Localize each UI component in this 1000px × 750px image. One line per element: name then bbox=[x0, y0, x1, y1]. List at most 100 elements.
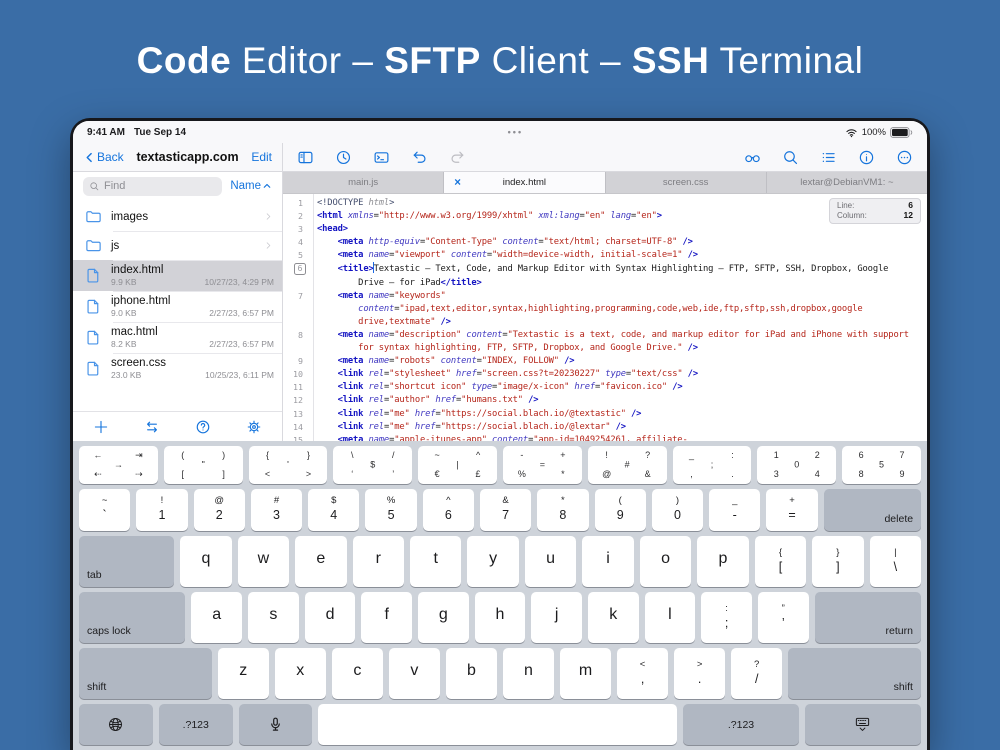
more-button[interactable] bbox=[896, 149, 913, 166]
key-a[interactable]: a bbox=[191, 592, 243, 643]
key-[[interactable]: {[ bbox=[754, 536, 807, 587]
key-t[interactable]: t bbox=[409, 536, 462, 587]
terminal-button[interactable] bbox=[373, 149, 390, 166]
key-o[interactable]: o bbox=[639, 536, 692, 587]
key-x[interactable]: x bbox=[274, 648, 326, 699]
key-8[interactable]: * 8 bbox=[537, 489, 589, 531]
key-3[interactable]: #3 bbox=[250, 489, 303, 531]
math-key[interactable]: - + =% * bbox=[502, 446, 582, 484]
file-row-js[interactable]: js bbox=[73, 231, 282, 260]
key-b[interactable]: b bbox=[445, 648, 497, 699]
slash-dollar-key[interactable]: \ / $ ‘’ bbox=[333, 446, 413, 484]
tab-index.html[interactable]: × index.html bbox=[444, 172, 606, 193]
file-row-index.html[interactable]: index.html 9.9 KB 10/27/23, 4:29 PM bbox=[73, 260, 282, 291]
file-row-screen.css[interactable]: screen.css 23.0 KB 10/25/23, 6:11 PM bbox=[73, 353, 282, 384]
key-q[interactable]: q bbox=[180, 536, 232, 587]
key-n[interactable]: n bbox=[502, 648, 555, 699]
code-editor[interactable]: 1 <!DOCTYPE html> 2 <html xmlns="http://www… bbox=[283, 194, 927, 441]
key-9[interactable]: (9 bbox=[594, 489, 646, 531]
key-p[interactable]: p bbox=[697, 536, 749, 587]
close-tab-icon[interactable]: × bbox=[454, 177, 461, 189]
settings-button[interactable] bbox=[246, 419, 262, 435]
sort-button[interactable]: Name bbox=[230, 180, 272, 192]
punctuation-key-2[interactable]: _:;,. bbox=[672, 446, 752, 484]
tab-lextar@DebianVM1: ~[interactable]: lextar@DebianVM1: ~ bbox=[767, 172, 927, 193]
space-key[interactable] bbox=[318, 704, 677, 745]
key-,[interactable]: <, bbox=[617, 648, 669, 699]
redo-button[interactable] bbox=[449, 149, 466, 166]
return-key[interactable]: return bbox=[814, 592, 921, 643]
digits-key-1[interactable]: 12034 bbox=[757, 446, 837, 484]
key-y[interactable]: y bbox=[467, 536, 519, 587]
edit-button[interactable]: Edit bbox=[251, 150, 272, 164]
key-6[interactable]: ^ 6 bbox=[422, 489, 474, 531]
tab-screen.css[interactable]: screen.css bbox=[606, 172, 767, 193]
help-button[interactable] bbox=[195, 419, 211, 435]
key-=[interactable]: + = bbox=[766, 489, 818, 531]
delete-key[interactable]: delete bbox=[823, 489, 922, 531]
key-w[interactable]: w bbox=[237, 536, 290, 587]
shift-right-key[interactable]: shift bbox=[788, 648, 921, 699]
file-transfer-button[interactable] bbox=[144, 419, 160, 435]
tilde-currency-key[interactable]: ~ ^ | € £ bbox=[418, 446, 497, 484]
key-4[interactable]: $4 bbox=[308, 489, 360, 531]
key--[interactable]: _ - bbox=[709, 489, 761, 531]
key-s[interactable]: s bbox=[248, 592, 299, 643]
dictation-key[interactable] bbox=[238, 704, 313, 745]
file-row-iphone.html[interactable]: iphone.html 9.0 KB 2/27/23, 6:57 PM bbox=[73, 291, 282, 322]
key-e[interactable]: e bbox=[295, 536, 347, 587]
tab-key[interactable]: tab bbox=[79, 536, 175, 587]
key-.[interactable]: >. bbox=[674, 648, 726, 699]
key-5[interactable]: % 5 bbox=[365, 489, 417, 531]
toggle-sidebar-button[interactable] bbox=[297, 149, 314, 166]
symbol-list-button[interactable] bbox=[820, 149, 837, 166]
key-’[interactable]: ”’ bbox=[757, 592, 809, 643]
key-j[interactable]: j bbox=[531, 592, 582, 643]
file-info-button[interactable] bbox=[858, 149, 875, 166]
braces-angle-key[interactable]: {} ' < > bbox=[248, 446, 328, 484]
file-row-images[interactable]: images bbox=[73, 202, 282, 231]
key-z[interactable]: z bbox=[217, 648, 269, 699]
punctuation-key-1[interactable]: !? # @ & bbox=[587, 446, 667, 484]
key-u[interactable]: u bbox=[524, 536, 577, 587]
key-0[interactable]: ) 0 bbox=[651, 489, 704, 531]
key-;[interactable]: :; bbox=[701, 592, 752, 643]
undo-button[interactable] bbox=[411, 149, 428, 166]
find-field[interactable]: Find bbox=[83, 176, 223, 196]
key-i[interactable]: i bbox=[582, 536, 634, 587]
key-c[interactable]: c bbox=[331, 648, 383, 699]
key-r[interactable]: r bbox=[352, 536, 404, 587]
key-g[interactable]: g bbox=[418, 592, 469, 643]
preview-button[interactable] bbox=[744, 149, 761, 166]
key-][interactable]: }] bbox=[812, 536, 864, 587]
key-v[interactable]: v bbox=[388, 648, 440, 699]
key-h[interactable]: h bbox=[474, 592, 526, 643]
code-line: 7 <meta name="keywords" bbox=[283, 290, 927, 303]
caps-lock-key[interactable]: caps lock bbox=[79, 592, 186, 643]
key-7[interactable]: & 7 bbox=[479, 489, 532, 531]
add-file-button[interactable] bbox=[93, 419, 109, 435]
dismiss-keyboard-key[interactable] bbox=[804, 704, 921, 745]
digits-key-2[interactable]: 67589 bbox=[842, 446, 921, 484]
parens-quote-key[interactable]: () "[] bbox=[163, 446, 243, 484]
key-1[interactable]: ! 1 bbox=[136, 489, 188, 531]
key-2[interactable]: @2 bbox=[193, 489, 245, 531]
globe-key[interactable] bbox=[79, 704, 153, 745]
numbers-key-right[interactable]: .?123 bbox=[682, 704, 799, 745]
cursor-arrows-key[interactable]: ← ⇥ → ⇠ ⇢ bbox=[79, 446, 158, 484]
search-button[interactable] bbox=[782, 149, 799, 166]
recent-files-button[interactable] bbox=[335, 149, 352, 166]
key-d[interactable]: d bbox=[304, 592, 356, 643]
shift-left-key[interactable]: shift bbox=[79, 648, 212, 699]
tab-main.js[interactable]: main.js bbox=[283, 172, 445, 193]
key-`[interactable]: ~ ` bbox=[79, 489, 131, 531]
key-l[interactable]: l bbox=[644, 592, 696, 643]
key-m[interactable]: m bbox=[560, 648, 612, 699]
key-f[interactable]: f bbox=[361, 592, 412, 643]
back-button[interactable]: Back bbox=[83, 150, 124, 164]
key-\[interactable]: | \ bbox=[869, 536, 922, 587]
numbers-key-left[interactable]: .?123 bbox=[158, 704, 233, 745]
file-row-mac.html[interactable]: mac.html 8.2 KB 2/27/23, 6:57 PM bbox=[73, 322, 282, 353]
key-k[interactable]: k bbox=[587, 592, 639, 643]
key-/[interactable]: ? / bbox=[731, 648, 783, 699]
